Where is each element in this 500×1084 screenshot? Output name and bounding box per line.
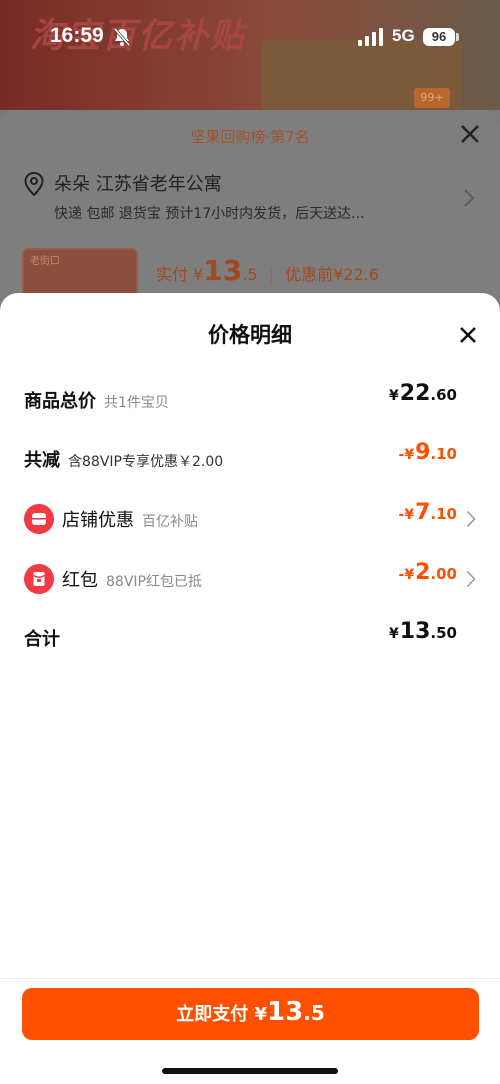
home-indicator [162, 1068, 338, 1074]
before-value: ¥22.6 [333, 265, 379, 284]
paid-label: 实付 [156, 265, 189, 284]
paid-currency: ¥ [193, 265, 204, 284]
thumbnail-text: 老街口 [30, 256, 60, 267]
row-sub: 百亿补贴 [142, 514, 198, 530]
row-label: 共减 含88VIP专享优惠￥2.00 [24, 450, 224, 471]
row-total-price: 商品总价 共1件宝贝 ¥22.60 [0, 379, 500, 419]
chevron-right-icon[interactable] [466, 570, 476, 588]
store-coupon-icon [24, 504, 54, 534]
recipient-address[interactable]: 朵朵 江苏省老年公寓 [54, 170, 222, 196]
delivery-info: 快递 包邮 退货宝 预计17小时内发货，后天送达... [54, 206, 365, 222]
chevron-right-icon[interactable] [466, 510, 476, 528]
location-pin-icon [24, 172, 44, 196]
row-sub: 88VIP红包已抵 [106, 574, 202, 590]
row-sum: 合计 ¥13.50 [0, 617, 500, 657]
sheet-title: 价格明细 [208, 323, 292, 347]
signal-icon [358, 28, 383, 46]
ranking-title: 坚果回购榜·第7名 [190, 128, 310, 146]
row-value: -¥2.00 [398, 560, 457, 585]
divider: | [268, 265, 275, 284]
before-label: 优惠前 [285, 265, 334, 284]
row-label: 红包 88VIP红包已抵 [62, 570, 202, 591]
row-red-packet[interactable]: 红包 88VIP红包已抵 -¥2.00 [0, 558, 500, 598]
row-sub: 共1件宝贝 [104, 395, 169, 411]
bottom-divider [0, 978, 500, 979]
order-price-line: 实付 ¥13.5 | 优惠前¥22.6 [156, 254, 379, 287]
row-label: 店铺优惠 百亿补贴 [62, 510, 198, 531]
status-bar: 16:59 5G 96 [0, 0, 500, 72]
order-sheet: 坚果回购榜·第7名 朵朵 江苏省老年公寓 快递 包邮 退货宝 预计17小时内发货… [0, 110, 500, 310]
battery-icon: 96 [423, 28, 455, 46]
battery-tip [456, 33, 459, 41]
price-detail-sheet: 价格明细 商品总价 共1件宝贝 ¥22.60 共减 含88VIP专享优惠￥2.00 … [0, 293, 500, 1084]
row-total-discount: 共减 含88VIP专享优惠￥2.00 -¥9.10 [0, 438, 500, 478]
row-label: 商品总价 共1件宝贝 [24, 391, 169, 412]
cart-badge: 99+ [414, 88, 450, 108]
red-packet-icon [24, 564, 54, 594]
paid-dec: .5 [242, 265, 258, 284]
paid-int: 13 [203, 254, 243, 287]
close-icon[interactable] [458, 122, 482, 146]
row-value: -¥9.10 [398, 440, 457, 465]
row-label: 合计 [24, 629, 60, 650]
row-value: ¥13.50 [389, 619, 457, 644]
status-time: 16:59 [50, 24, 104, 47]
bell-slash-icon [113, 28, 131, 46]
close-icon[interactable] [456, 323, 480, 347]
pay-now-button[interactable]: 立即支付 ¥13.5 [22, 988, 479, 1040]
chevron-right-icon[interactable] [463, 188, 475, 208]
row-value: -¥7.10 [398, 500, 457, 525]
row-store-discount[interactable]: 店铺优惠 百亿补贴 -¥7.10 [0, 498, 500, 538]
pay-button-text: 立即支付 ¥13.5 [176, 997, 325, 1027]
network-type: 5G [392, 26, 415, 45]
row-sub: 含88VIP专享优惠￥2.00 [68, 454, 224, 470]
row-value: ¥22.60 [389, 381, 457, 406]
